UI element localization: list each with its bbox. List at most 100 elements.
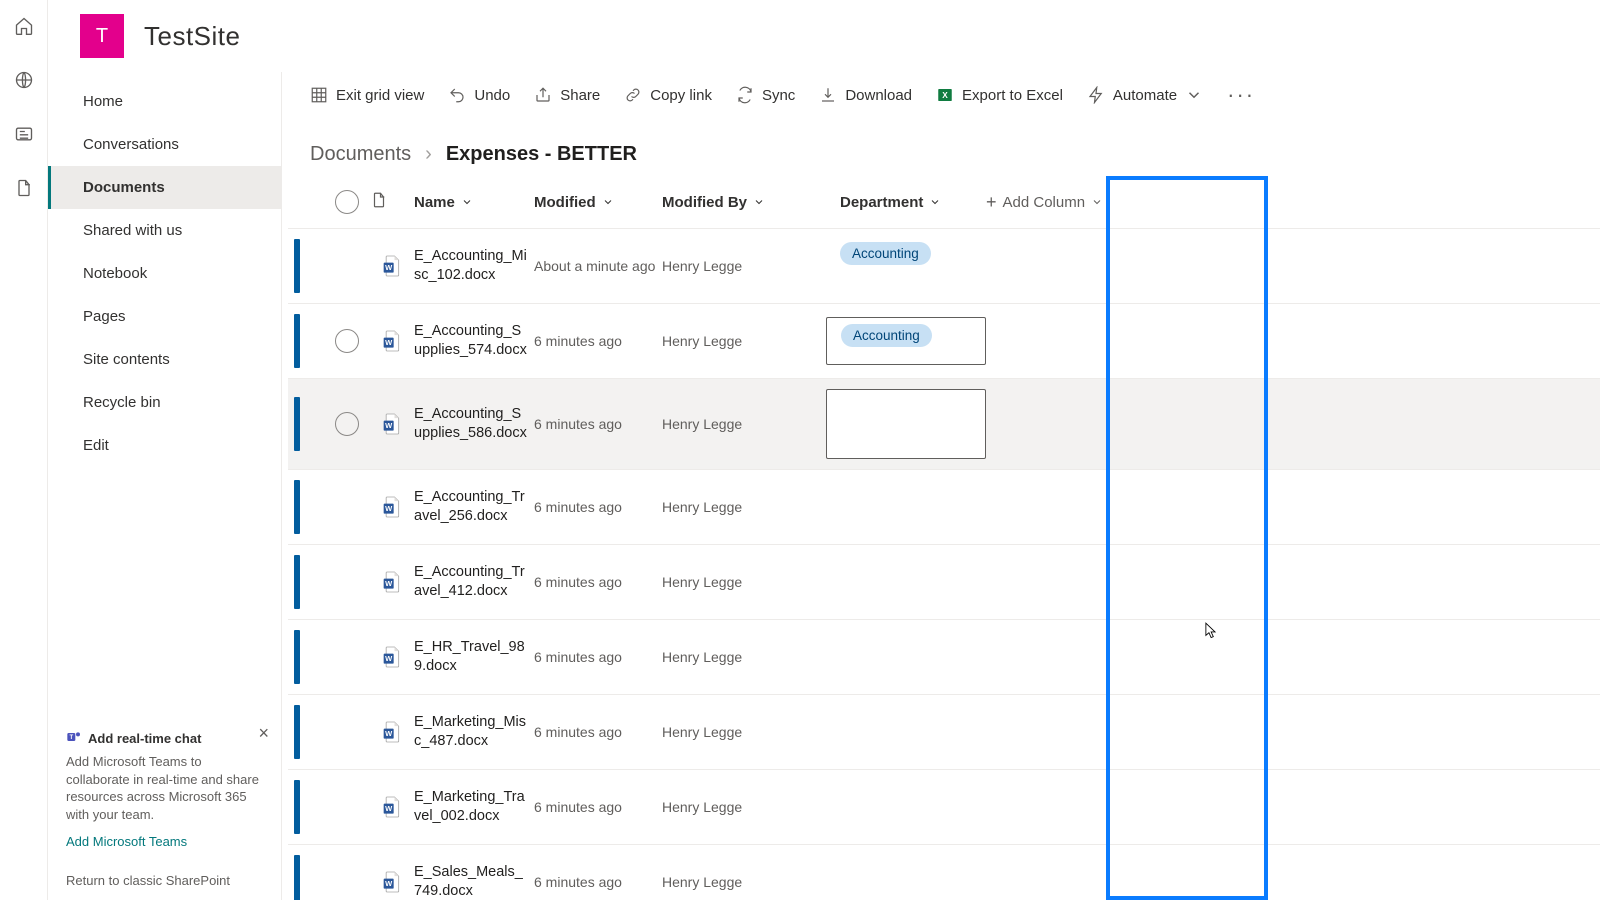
home-icon[interactable] (12, 14, 36, 38)
modified-by-value: Henry Legge (662, 333, 826, 349)
department-cell[interactable] (826, 483, 986, 531)
chevron-down-icon (929, 196, 941, 208)
globe-icon[interactable] (12, 68, 36, 92)
table-row[interactable]: WE_HR_Travel_989.docx6 minutes agoHenry … (288, 620, 1600, 695)
department-cell[interactable] (826, 783, 986, 831)
command-bar: Exit grid view Undo Share Copy link Sync (282, 72, 1600, 119)
undo-button[interactable]: Undo (448, 86, 510, 104)
breadcrumb-leaf: Expenses - BETTER (446, 143, 637, 166)
file-name[interactable]: E_Sales_Meals_749.docx (414, 863, 534, 900)
table-row[interactable]: W E_Accounting_Misc_102.docxAbout a minut… (288, 229, 1600, 304)
table-row[interactable]: WE_Sales_Meals_749.docx6 minutes agoHenr… (288, 845, 1600, 900)
table-row[interactable]: WE_Accounting_Supplies_586.docx6 minutes… (288, 379, 1600, 470)
department-cell[interactable] (826, 708, 986, 756)
share-button[interactable]: Share (534, 86, 600, 104)
word-file-icon: W (370, 570, 414, 594)
file-icon[interactable] (12, 176, 36, 200)
svg-text:W: W (385, 504, 393, 513)
chevron-down-icon (1091, 196, 1103, 208)
modified-by-value: Henry Legge (662, 649, 826, 665)
file-name[interactable]: E_Accounting_Supplies_586.docx (414, 405, 534, 443)
column-department[interactable]: Department (826, 194, 986, 211)
chat-card-body: Add Microsoft Teams to collaborate in re… (66, 753, 263, 823)
sync-button[interactable]: Sync (736, 86, 795, 104)
add-column-button[interactable]: +Add Column (986, 192, 1146, 213)
side-nav: HomeConversationsDocumentsShared with us… (48, 72, 282, 900)
file-name[interactable]: E_Accounting_Travel_256.docx (414, 488, 534, 526)
department-cell[interactable] (826, 633, 986, 681)
nav-item-notebook[interactable]: Notebook (48, 252, 281, 295)
column-name[interactable]: Name (414, 194, 534, 211)
department-cell[interactable]: Accounting (826, 317, 986, 365)
department-cell[interactable] (826, 858, 986, 900)
file-name[interactable]: E_HR_Travel_989.docx (414, 638, 534, 676)
copy-link-button[interactable]: Copy link (624, 86, 712, 104)
more-actions-button[interactable]: ··· (1227, 88, 1255, 101)
download-button[interactable]: Download (819, 86, 912, 104)
chevron-down-icon (602, 196, 614, 208)
chat-card-title: Add real-time chat (88, 730, 201, 748)
table-row[interactable]: W E_Accounting_Travel_256.docx6 minutes a… (288, 470, 1600, 545)
svg-text:W: W (385, 421, 393, 430)
modified-by-value: Henry Legge (662, 724, 826, 740)
export-excel-button[interactable]: X Export to Excel (936, 86, 1063, 104)
department-cell[interactable] (826, 389, 986, 459)
classic-sharepoint-link[interactable]: Return to classic SharePoint (48, 859, 281, 900)
file-name[interactable]: E_Accounting_Supplies_574.docx (414, 322, 534, 360)
nav-item-documents[interactable]: Documents (48, 166, 281, 209)
close-icon[interactable]: × (258, 721, 269, 745)
chevron-right-icon: › (425, 143, 432, 166)
column-modified[interactable]: Modified (534, 194, 662, 211)
svg-text:X: X (942, 91, 948, 100)
file-type-column-icon[interactable] (370, 191, 414, 213)
modified-by-value: Henry Legge (662, 874, 826, 890)
modified-by-value: Henry Legge (662, 574, 826, 590)
table-row[interactable]: WE_Marketing_Misc_487.docx6 minutes agoH… (288, 695, 1600, 770)
modified-value: 6 minutes ago (534, 874, 662, 890)
department-cell[interactable]: Accounting (826, 242, 986, 290)
exit-grid-button[interactable]: Exit grid view (310, 86, 424, 104)
site-logo[interactable]: T (80, 14, 124, 58)
row-select-toggle[interactable] (335, 329, 359, 353)
app-rail (0, 0, 48, 900)
department-cell[interactable] (826, 558, 986, 606)
automate-button[interactable]: Automate (1087, 86, 1203, 104)
exit-grid-label: Exit grid view (336, 87, 424, 104)
row-select-toggle[interactable] (335, 412, 359, 436)
word-file-icon: W (370, 412, 414, 436)
nav-item-conversations[interactable]: Conversations (48, 123, 281, 166)
column-modified-by[interactable]: Modified By (662, 194, 826, 211)
word-file-icon: W (370, 495, 414, 519)
nav-item-recycle-bin[interactable]: Recycle bin (48, 381, 281, 424)
modified-by-value: Henry Legge (662, 799, 826, 815)
svg-text:T: T (69, 735, 73, 741)
modified-value: About a minute ago (534, 258, 662, 274)
table-row[interactable]: WE_Accounting_Travel_412.docx6 minutes a… (288, 545, 1600, 620)
copy-link-label: Copy link (650, 87, 712, 104)
nav-item-edit[interactable]: Edit (48, 424, 281, 467)
add-teams-link[interactable]: Add Microsoft Teams (66, 833, 263, 851)
breadcrumb-root[interactable]: Documents (310, 143, 411, 166)
file-name[interactable]: E_Accounting_Travel_412.docx (414, 563, 534, 601)
nav-item-shared-with-us[interactable]: Shared with us (48, 209, 281, 252)
svg-text:W: W (385, 579, 393, 588)
chevron-down-icon (753, 196, 765, 208)
file-name[interactable]: E_Marketing_Travel_002.docx (414, 788, 534, 826)
table-row[interactable]: WE_Marketing_Travel_002.docx6 minutes ag… (288, 770, 1600, 845)
site-header: T TestSite (48, 0, 1600, 72)
select-all-toggle[interactable] (335, 190, 359, 214)
site-title[interactable]: TestSite (144, 21, 241, 52)
nav-item-site-contents[interactable]: Site contents (48, 338, 281, 381)
grid-header: Name Modified Modified By Department +Ad… (288, 176, 1600, 229)
undo-label: Undo (474, 87, 510, 104)
file-name[interactable]: E_Accounting_Misc_102.docx (414, 247, 534, 285)
nav-item-home[interactable]: Home (48, 80, 281, 123)
table-row[interactable]: WE_Accounting_Supplies_574.docx6 minutes… (288, 304, 1600, 379)
modified-value: 6 minutes ago (534, 499, 662, 515)
nav-item-pages[interactable]: Pages (48, 295, 281, 338)
svg-text:W: W (385, 263, 393, 272)
share-label: Share (560, 87, 600, 104)
word-file-icon: W (370, 870, 414, 894)
file-name[interactable]: E_Marketing_Misc_487.docx (414, 713, 534, 751)
news-icon[interactable] (12, 122, 36, 146)
